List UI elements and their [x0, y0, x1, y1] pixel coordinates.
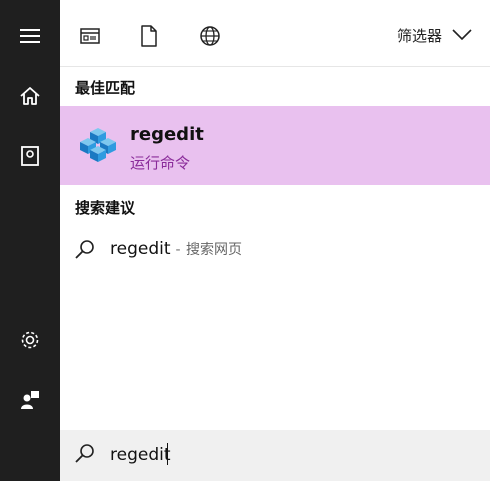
chevron-down-icon	[452, 29, 472, 41]
documents-icon[interactable]	[135, 22, 163, 50]
search-box[interactable]	[60, 430, 490, 481]
best-match-item[interactable]: regedit 运行命令	[60, 106, 490, 185]
suggestion-text: regedit - 搜索网页	[110, 239, 242, 259]
top-bar: 筛选器	[60, 0, 490, 67]
notebook-icon[interactable]	[0, 134, 60, 178]
best-match-heading: 最佳匹配	[75, 79, 136, 97]
left-rail	[0, 0, 60, 481]
search-icon	[75, 240, 94, 259]
filter-dropdown[interactable]: 筛选器	[397, 22, 472, 48]
settings-icon[interactable]	[0, 318, 60, 362]
search-panel: 筛选器 最佳匹配 regedit 运行命令 搜索建议 regedit - 搜索网…	[60, 0, 490, 481]
suggestion-suffix: 搜索网页	[185, 242, 242, 258]
search-icon	[75, 444, 94, 463]
filter-label: 筛选器	[396, 26, 442, 45]
web-globe-icon[interactable]	[196, 22, 224, 50]
apps-view-icon[interactable]	[76, 22, 104, 50]
hamburger-menu-icon[interactable]	[0, 14, 60, 58]
suggestion-item[interactable]: regedit - 搜索网页	[60, 232, 490, 268]
suggestion-term: regedit	[110, 239, 171, 259]
feedback-icon[interactable]	[0, 378, 60, 422]
text-caret	[167, 443, 168, 465]
best-match-title: regedit	[130, 124, 204, 145]
search-input[interactable]	[110, 442, 470, 468]
best-match-subtitle: 运行命令	[130, 154, 191, 172]
suggestions-heading: 搜索建议	[75, 199, 136, 217]
home-icon[interactable]	[0, 74, 60, 118]
registry-editor-icon	[80, 128, 116, 162]
suggestion-separator: -	[175, 242, 181, 258]
